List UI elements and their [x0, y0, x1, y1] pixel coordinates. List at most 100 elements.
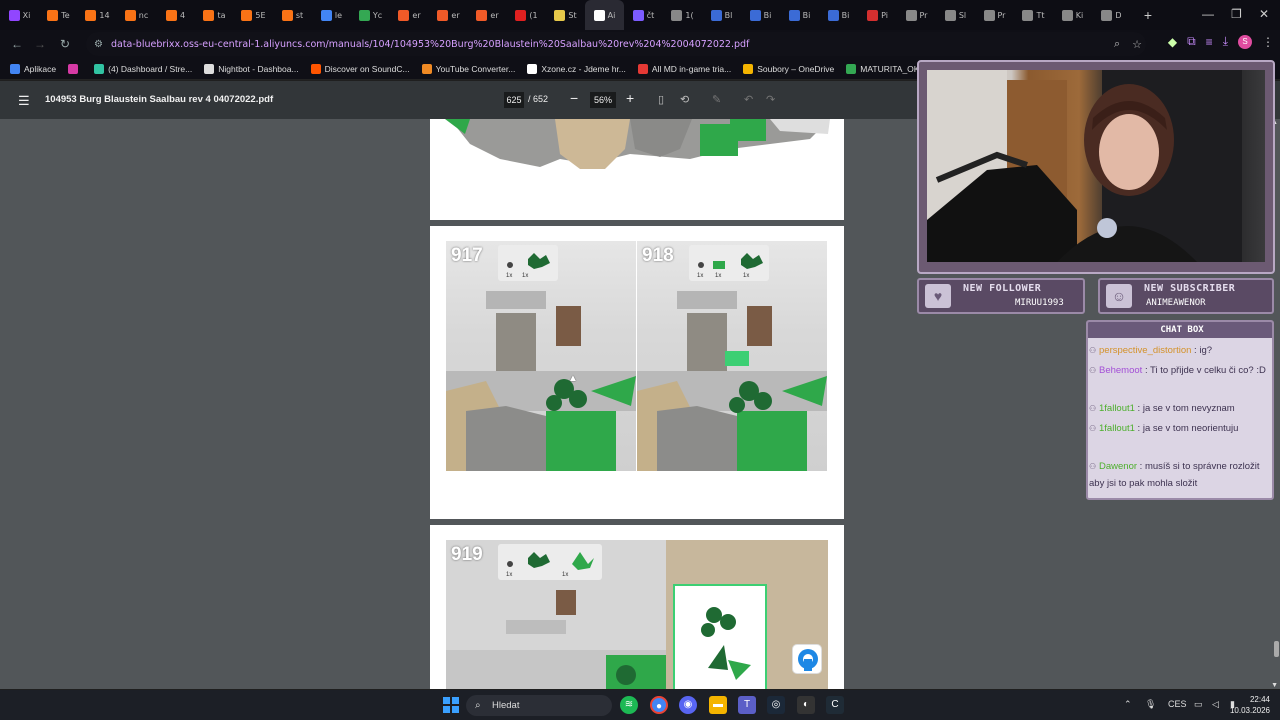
- restore-button[interactable]: ❐: [1231, 7, 1242, 21]
- bookmark-item[interactable]: YouTube Converter...: [421, 63, 515, 74]
- bookmark-item[interactable]: Nightbot - Dashboa...: [204, 63, 299, 74]
- windows-start-icon[interactable]: [443, 697, 459, 713]
- chrome-icon[interactable]: ●: [650, 696, 668, 714]
- clock-date[interactable]: 10.03.2026: [1230, 706, 1270, 715]
- browser-tab[interactable]: Xi: [0, 0, 39, 30]
- browser-tab[interactable]: 1(: [663, 0, 702, 30]
- rotate-icon[interactable]: ⟲: [680, 93, 689, 106]
- browser-tab[interactable]: 14: [78, 0, 117, 30]
- browser-tab[interactable]: Ai: [585, 0, 624, 30]
- hamburger-menu-icon[interactable]: ☰: [18, 93, 30, 109]
- obs-icon[interactable]: ◐: [797, 696, 815, 714]
- clock-time[interactable]: 22:44: [1250, 695, 1270, 704]
- volume-icon[interactable]: ◁: [1212, 699, 1219, 710]
- browser-tab[interactable]: Sl: [936, 0, 975, 30]
- undo-icon[interactable]: ↶: [744, 93, 753, 106]
- browser-tab[interactable]: Pi: [858, 0, 897, 30]
- folder-icon[interactable]: ▬: [709, 696, 727, 714]
- tab-label: 14: [99, 10, 110, 20]
- tab-favicon-icon: [47, 9, 59, 21]
- bookmark-item[interactable]: Xzone.cz - Jdeme hr...: [527, 63, 626, 74]
- browser-tab[interactable]: Yc: [351, 0, 390, 30]
- lego-assembly-image: [430, 119, 844, 179]
- browser-tab[interactable]: Tt: [1014, 0, 1053, 30]
- zoom-level-input[interactable]: 56%: [590, 92, 616, 108]
- display-icon[interactable]: ▭: [1194, 699, 1203, 710]
- browser-tab[interactable]: čt: [624, 0, 663, 30]
- chat-username: Dawenor: [1099, 461, 1138, 472]
- floating-app-icon[interactable]: [792, 644, 822, 674]
- forward-arrow-icon[interactable]: →: [28, 37, 52, 51]
- language-indicator[interactable]: CES: [1168, 699, 1187, 709]
- browser-tab[interactable]: (1: [507, 0, 546, 30]
- bookmark-item[interactable]: Aplikace: [10, 63, 56, 74]
- fit-page-icon[interactable]: ▯: [658, 93, 664, 106]
- site-info-icon[interactable]: ⚙: [94, 39, 103, 50]
- discord-icon[interactable]: ◉: [679, 696, 697, 714]
- extension-icon[interactable]: ◆: [1168, 35, 1177, 49]
- bookmark-item[interactable]: (4) Dashboard / Stre...: [94, 63, 192, 74]
- browser-tab[interactable]: St: [546, 0, 585, 30]
- back-arrow-icon[interactable]: ←: [5, 37, 29, 51]
- microphone-icon[interactable]: 🎙: [1145, 699, 1156, 710]
- part-quantity: 1x: [506, 572, 513, 578]
- redo-icon[interactable]: ↷: [766, 93, 775, 106]
- annotate-icon[interactable]: ✎: [712, 93, 721, 106]
- minimize-button[interactable]: —: [1202, 7, 1214, 21]
- onedrive-icon: [743, 63, 754, 74]
- spotify-icon[interactable]: ≋: [620, 696, 638, 714]
- browser-tab[interactable]: Bi: [819, 0, 858, 30]
- media-icon[interactable]: ≡: [1206, 35, 1213, 49]
- browser-tab[interactable]: nc: [117, 0, 156, 30]
- teams-icon[interactable]: T: [738, 696, 756, 714]
- browser-tab[interactable]: ta: [195, 0, 234, 30]
- browser-tab[interactable]: 5E: [234, 0, 273, 30]
- url-text[interactable]: data-bluebrixx.oss-eu-central-1.aliyuncs…: [111, 39, 749, 50]
- scroll-thumb[interactable]: [1274, 641, 1279, 657]
- browser-tab[interactable]: Bi: [741, 0, 780, 30]
- browser-tab[interactable]: 4: [156, 0, 195, 30]
- browser-tab[interactable]: Pr: [975, 0, 1014, 30]
- app-icon[interactable]: C: [826, 696, 844, 714]
- browser-tab[interactable]: D: [1092, 0, 1131, 30]
- apps-icon: [68, 63, 79, 74]
- bookmark-item[interactable]: Discover on SoundC...: [310, 63, 410, 74]
- steam-icon[interactable]: ◎: [767, 696, 785, 714]
- browser-tab[interactable]: Bi: [780, 0, 819, 30]
- bookmark-item[interactable]: All MD in-game tria...: [637, 63, 731, 74]
- browser-tab[interactable]: le: [312, 0, 351, 30]
- close-window-button[interactable]: ✕: [1259, 7, 1269, 21]
- tab-label: Bl: [724, 10, 733, 20]
- browser-tab[interactable]: st: [273, 0, 312, 30]
- browser-tab[interactable]: Te: [39, 0, 78, 30]
- tab-label: Xi: [22, 10, 31, 20]
- browser-tab[interactable]: Bl: [702, 0, 741, 30]
- zoom-lens-icon[interactable]: ⌕: [1114, 38, 1120, 51]
- tab-label: Pr: [997, 10, 1006, 20]
- bookmark-item[interactable]: Soubory – OneDrive: [743, 63, 834, 74]
- taskbar-search[interactable]: ⌕ Hledat: [466, 695, 612, 716]
- browser-tab[interactable]: er: [429, 0, 468, 30]
- bookmark-star-icon[interactable]: ☆: [1132, 38, 1142, 51]
- browser-tab[interactable]: er: [390, 0, 429, 30]
- chat-badge-icon: ⚇: [1089, 366, 1097, 375]
- browser-menu-icon[interactable]: ⋮: [1262, 35, 1274, 49]
- browser-tab[interactable]: er: [468, 0, 507, 30]
- new-tab-button[interactable]: +: [1137, 7, 1159, 23]
- puzzle-icon[interactable]: ⧉: [1187, 34, 1196, 49]
- tab-favicon-icon: [8, 9, 20, 21]
- scroll-down-icon[interactable]: ▼: [1271, 682, 1278, 689]
- browser-tab[interactable]: Pr: [897, 0, 936, 30]
- reload-icon[interactable]: ↻: [53, 37, 77, 51]
- profile-avatar[interactable]: S: [1238, 34, 1252, 49]
- tray-chevron-icon[interactable]: ⌃: [1124, 699, 1132, 710]
- zoom-out-button[interactable]: −: [570, 90, 578, 106]
- page-number-input[interactable]: 625: [504, 92, 524, 108]
- tab-label: er: [490, 10, 499, 20]
- address-bar[interactable]: ⚙ data-bluebrixx.oss-eu-central-1.aliyun…: [86, 32, 1146, 56]
- downloads-icon[interactable]: ⤓: [1223, 34, 1228, 49]
- browser-tab[interactable]: Ki: [1053, 0, 1092, 30]
- chat-badge-icon: ⚇: [1089, 462, 1097, 471]
- zoom-in-button[interactable]: +: [626, 90, 634, 106]
- bookmark-item[interactable]: [68, 63, 82, 74]
